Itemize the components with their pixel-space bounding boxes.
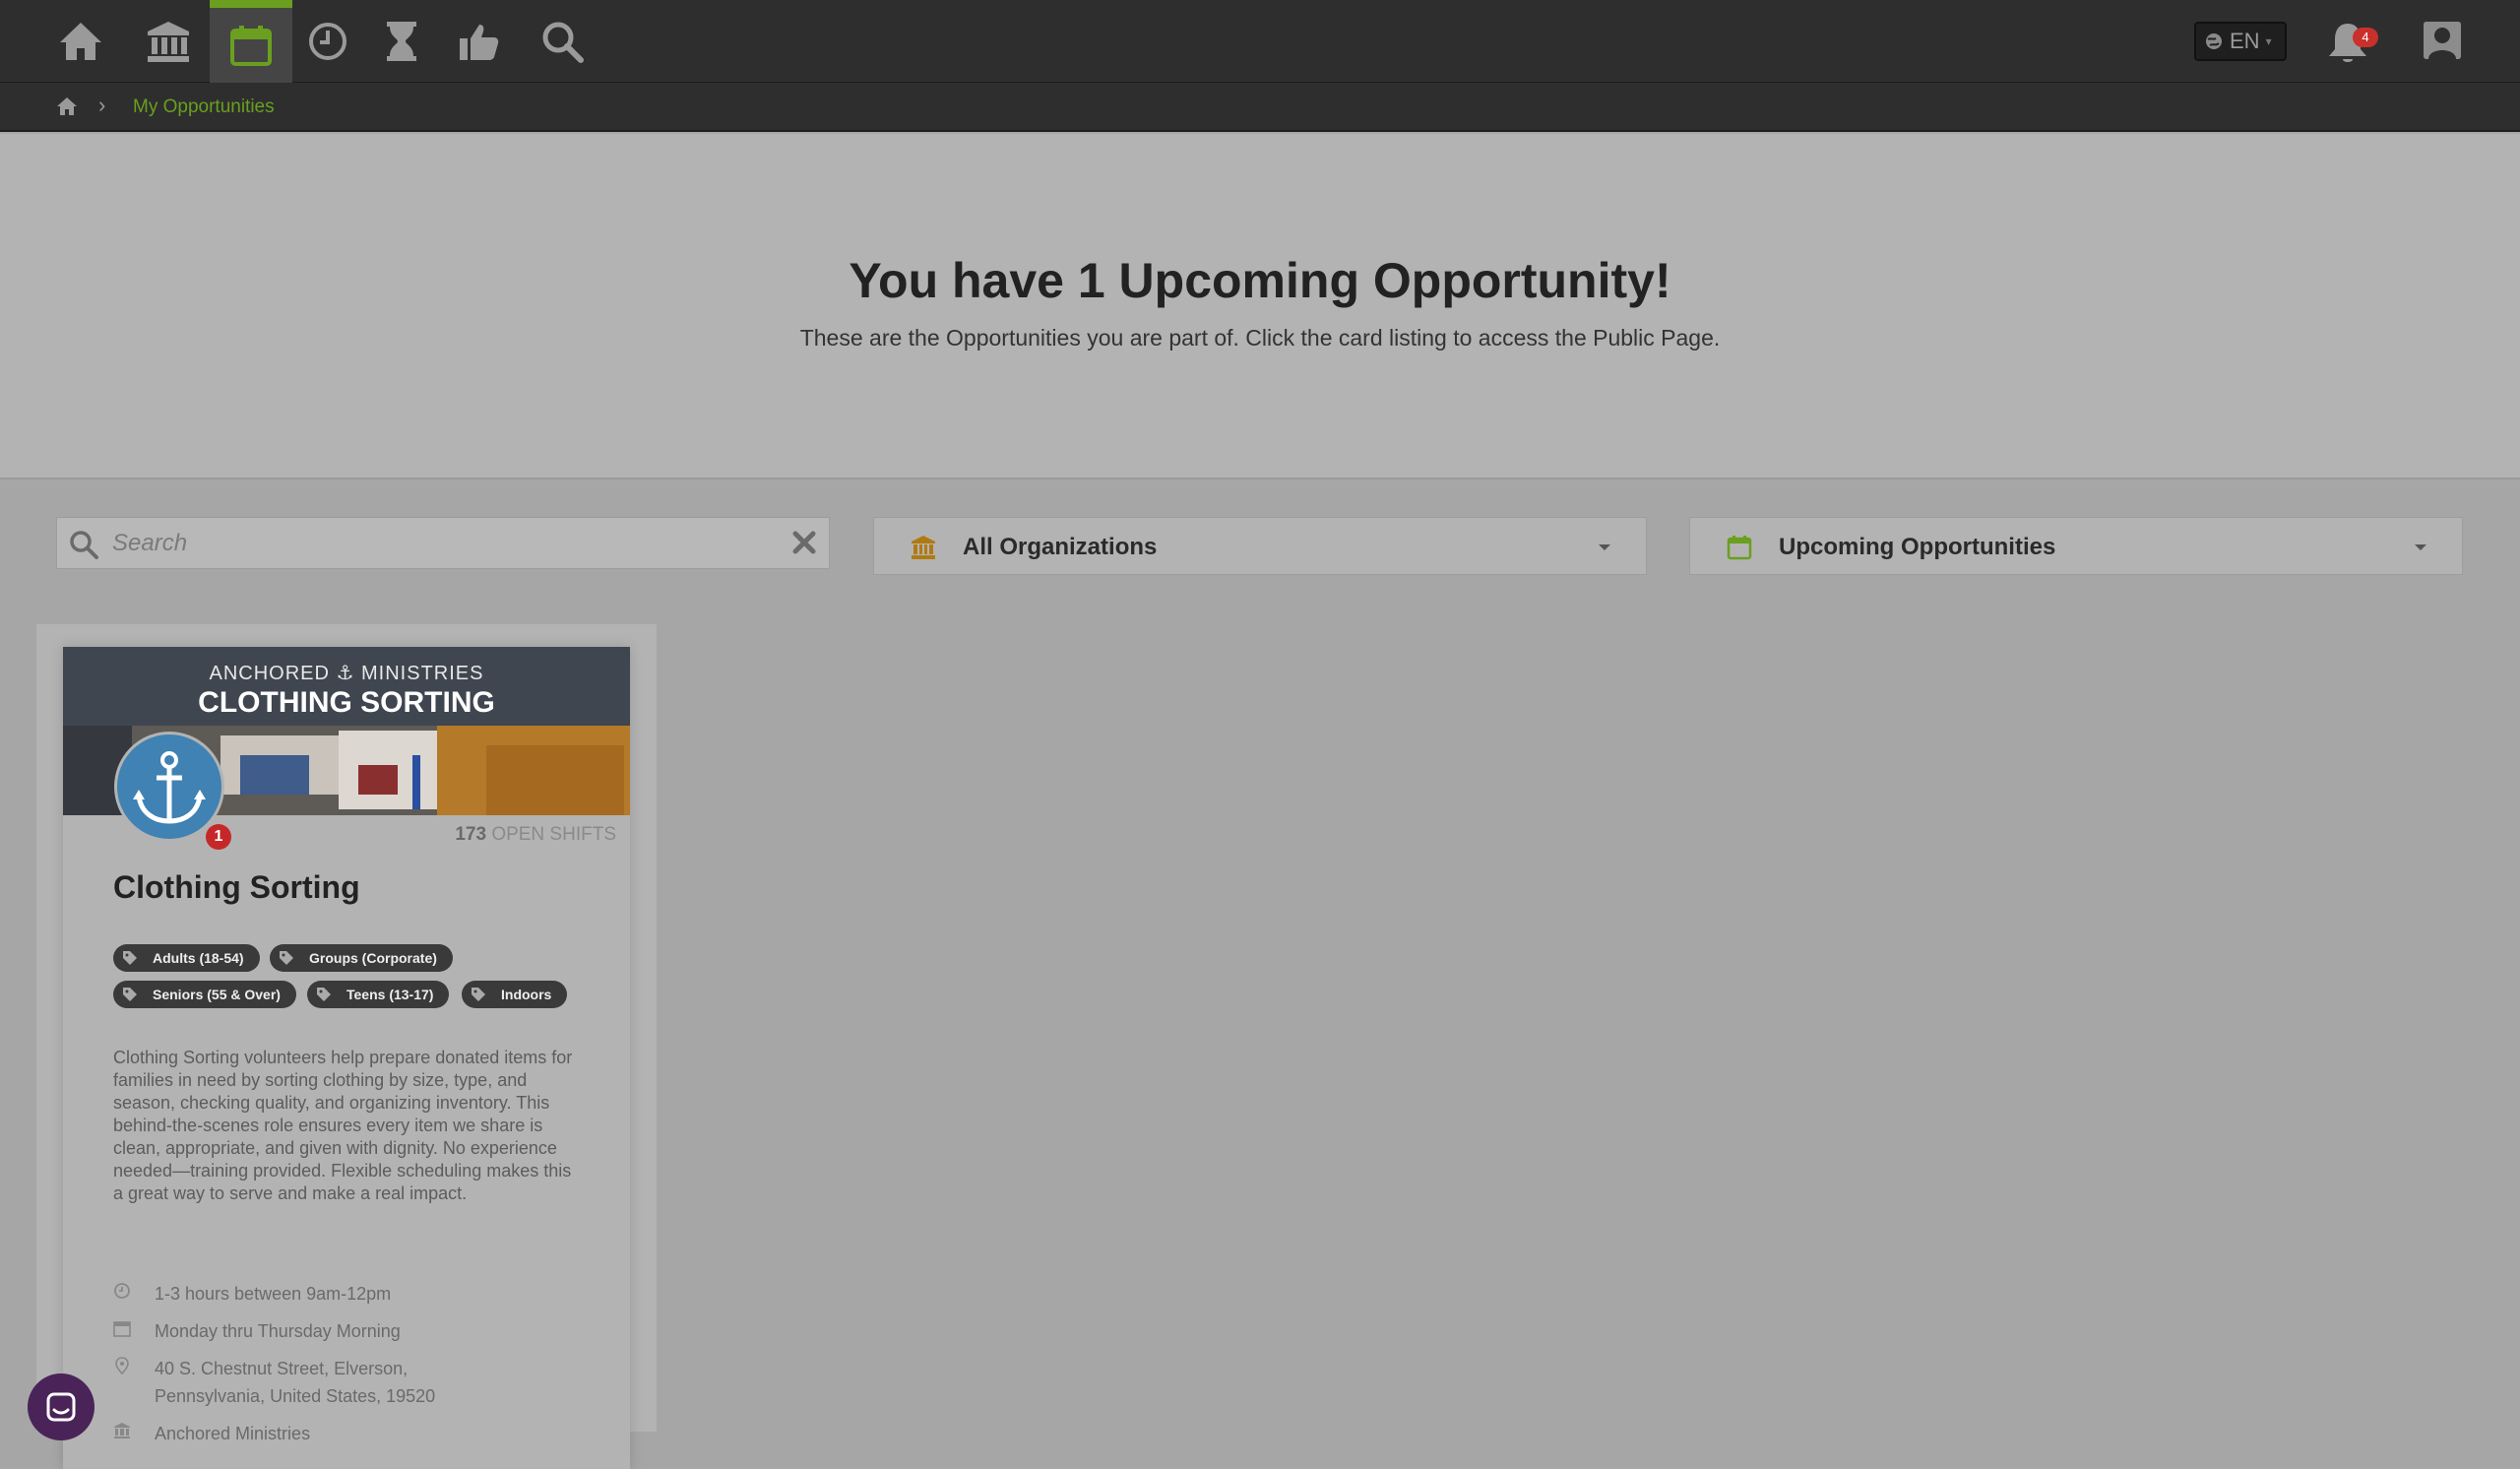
tag-label: Indoors xyxy=(501,987,552,1002)
nav-my-opportunities[interactable] xyxy=(210,0,292,83)
timeframe-filter-dropdown[interactable]: Upcoming Opportunities xyxy=(1689,517,2463,575)
tag-chip: Adults (18-54) xyxy=(113,944,260,972)
page-header: You have 1 Upcoming Opportunity! These a… xyxy=(0,134,2520,479)
map-pin-icon xyxy=(115,1357,129,1374)
page-subtitle: These are the Opportunities you are part… xyxy=(799,325,1721,351)
institution-icon xyxy=(114,1423,130,1438)
home-icon xyxy=(60,23,101,60)
card-title: Clothing Sorting xyxy=(113,869,360,905)
card-description: Clothing Sorting volunteers help prepare… xyxy=(113,1048,573,1203)
calendar-icon xyxy=(230,26,272,66)
clock-icon xyxy=(309,23,346,60)
top-navigation-bar: EN ▾ 4 xyxy=(0,0,2520,83)
tag-icon xyxy=(123,951,137,965)
tag-label: Teens (13-17) xyxy=(346,987,434,1002)
page-title: You have 1 Upcoming Opportunity! xyxy=(849,253,1671,308)
detail-address-line2: Pennsylvania, United States, 19520 xyxy=(155,1386,436,1406)
tag-icon xyxy=(280,951,293,965)
breadcrumb: › My Opportunities xyxy=(0,83,2520,132)
tag-chip: Groups (Corporate) xyxy=(270,944,453,972)
nav-organizations[interactable] xyxy=(127,0,210,83)
tag-label: Groups (Corporate) xyxy=(309,950,437,966)
breadcrumb-home-icon[interactable] xyxy=(55,95,79,118)
organization-logo xyxy=(114,732,224,842)
organization-filter-dropdown[interactable]: All Organizations xyxy=(873,517,1647,575)
chat-icon xyxy=(46,1392,76,1422)
organization-filter-value: All Organizations xyxy=(963,534,1158,560)
calendar-icon xyxy=(1727,536,1752,560)
chevron-down-icon xyxy=(1599,544,1610,550)
nav-hours[interactable] xyxy=(286,0,369,83)
tag-chip: Indoors xyxy=(462,981,568,1008)
language-selector[interactable]: EN ▾ xyxy=(2194,22,2287,61)
detail-organization-text: Anchored Ministries xyxy=(155,1424,311,1443)
institution-icon xyxy=(148,22,189,62)
opportunity-card[interactable]: ANCHORED ⚓ MINISTRIES CLOTHING SORTING 1… xyxy=(63,647,630,1469)
search-icon xyxy=(70,531,98,559)
banner-header-strip: ANCHORED ⚓ MINISTRIES CLOTHING SORTING xyxy=(63,647,630,726)
tag-icon xyxy=(123,988,137,1001)
nav-recommended[interactable] xyxy=(437,0,520,83)
calendar-icon xyxy=(113,1321,131,1337)
banner-title: CLOTHING SORTING xyxy=(198,686,495,719)
thumbs-up-icon xyxy=(460,25,499,60)
detail-duration-text: 1-3 hours between 9am-12pm xyxy=(155,1284,392,1304)
search-input[interactable] xyxy=(112,526,752,561)
tag-icon xyxy=(317,988,331,1001)
nav-search[interactable] xyxy=(521,0,603,83)
chat-launcher-button[interactable] xyxy=(28,1373,94,1440)
clear-search-icon[interactable] xyxy=(791,530,817,555)
detail-schedule-text: Monday thru Thursday Morning xyxy=(155,1321,401,1341)
open-shifts-count: 173 xyxy=(455,824,487,845)
clock-icon xyxy=(114,1283,130,1299)
tag-chip: Teens (13-17) xyxy=(307,981,450,1008)
tag-chip: Seniors (55 & Over) xyxy=(113,981,296,1008)
open-shifts: 173 OPEN SHIFTS xyxy=(455,824,616,846)
user-icon xyxy=(2424,22,2461,59)
nav-pending[interactable] xyxy=(360,0,443,83)
timeframe-filter-value: Upcoming Opportunities xyxy=(1779,534,2056,560)
tag-icon xyxy=(472,988,485,1001)
chevron-down-icon: ▾ xyxy=(2265,34,2272,48)
banner-org-name: ANCHORED ⚓ MINISTRIES xyxy=(209,663,484,684)
tag-label: Seniors (55 & Over) xyxy=(153,987,281,1002)
open-shifts-label: OPEN SHIFTS xyxy=(491,824,616,845)
institution-icon xyxy=(912,536,935,559)
language-label: EN xyxy=(2230,29,2260,53)
nav-home[interactable] xyxy=(39,0,122,83)
search-box xyxy=(56,517,830,569)
search-icon xyxy=(542,22,584,63)
breadcrumb-current[interactable]: My Opportunities xyxy=(133,96,275,118)
notification-badge: 4 xyxy=(2353,28,2378,47)
globe-icon xyxy=(2206,33,2222,49)
hourglass-icon xyxy=(387,22,416,61)
logo-count-badge: 1 xyxy=(206,824,231,850)
chevron-down-icon xyxy=(2415,544,2426,550)
anchor-icon xyxy=(133,751,206,824)
breadcrumb-separator: › xyxy=(98,93,106,117)
detail-address-line1: 40 S. Chestnut Street, Elverson, xyxy=(155,1359,409,1378)
tag-label: Adults (18-54) xyxy=(153,950,244,966)
user-avatar[interactable] xyxy=(2424,22,2461,59)
